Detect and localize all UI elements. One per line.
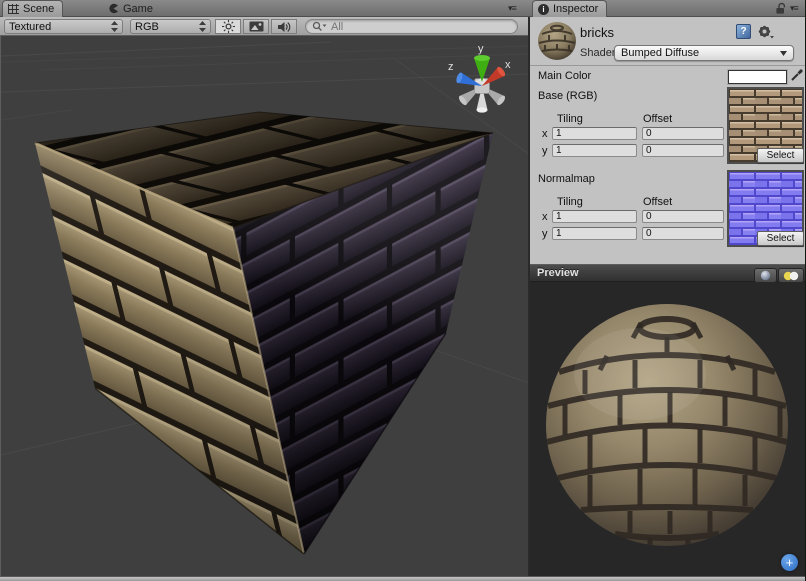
draw-mode-value: Textured	[9, 21, 51, 33]
normal-offset-y-field[interactable]	[642, 227, 724, 240]
preview-title: Preview	[537, 267, 579, 279]
base-tiling-y-field[interactable]	[552, 144, 637, 157]
normal-offset-label: Offset	[643, 196, 672, 208]
lighting-toggle-button[interactable]	[215, 19, 241, 34]
render-fx-button[interactable]	[243, 19, 269, 34]
audio-toggle-button[interactable]	[271, 19, 297, 34]
draw-mode-dropdown[interactable]: Textured	[4, 19, 123, 34]
normal-y-label: y	[542, 228, 548, 240]
tab-game[interactable]: Game	[108, 0, 153, 17]
color-mode-value: RGB	[135, 21, 159, 33]
gizmo-y-label[interactable]: y	[478, 43, 484, 55]
base-select-button[interactable]: Select	[757, 148, 804, 163]
base-y-label: y	[542, 145, 548, 157]
main-color-label: Main Color	[538, 70, 591, 82]
updown-arrows-icon	[199, 21, 206, 32]
scene-viewport[interactable]: y x z	[0, 36, 528, 576]
preview-sphere[interactable]	[530, 282, 806, 576]
base-offset-label: Offset	[643, 113, 672, 125]
scene-pane-menu-icon[interactable]: ▾≡	[508, 3, 516, 14]
updown-arrows-icon	[111, 21, 118, 32]
scene-3d-canvas[interactable]: y x z	[1, 36, 528, 576]
search-input[interactable]	[329, 20, 483, 34]
shader-value: Bumped Diffuse	[621, 47, 699, 59]
inspector-panel: bricks Shader Bumped Diffuse ? Main Colo…	[530, 17, 806, 576]
info-icon: i	[538, 4, 549, 15]
material-sphere-thumbnail	[536, 20, 578, 62]
speaker-icon	[277, 21, 291, 33]
normal-offset-x-field[interactable]	[642, 210, 724, 223]
base-tiling-label: Tiling	[557, 113, 583, 125]
color-mode-dropdown[interactable]: RGB	[130, 19, 211, 34]
tab-strip: Scene Game ▾≡ i Inspector ▾≡	[0, 0, 806, 17]
eyedropper-icon[interactable]	[790, 68, 804, 82]
preview-zoom-button[interactable]: +	[781, 554, 798, 571]
sphere-icon	[760, 270, 771, 281]
tab-game-label: Game	[123, 3, 153, 15]
preview-model-button[interactable]	[754, 268, 777, 283]
preview-viewport[interactable]: +	[530, 282, 806, 576]
preview-lighting-button[interactable]	[778, 268, 804, 283]
tab-scene-label: Scene	[23, 3, 54, 15]
help-icon[interactable]: ?	[736, 24, 751, 39]
tab-inspector-label: Inspector	[553, 3, 598, 15]
base-offset-y-field[interactable]	[642, 144, 724, 157]
normal-x-label: x	[542, 211, 548, 223]
shader-label: Shader	[580, 47, 615, 59]
search-icon	[312, 21, 327, 32]
main-color-swatch[interactable]	[728, 70, 787, 84]
scene-search-field[interactable]	[305, 19, 518, 34]
base-x-label: x	[542, 128, 548, 140]
gizmo-x-label[interactable]: x	[505, 59, 511, 71]
base-tiling-x-field[interactable]	[552, 127, 637, 140]
image-icon	[249, 21, 264, 32]
material-name: bricks	[580, 25, 614, 40]
chevron-down-icon	[780, 51, 787, 56]
tab-inspector[interactable]: i Inspector	[532, 0, 607, 17]
normal-tiling-y-field[interactable]	[552, 227, 637, 240]
normal-tiling-x-field[interactable]	[552, 210, 637, 223]
gizmo-y-axis[interactable]	[474, 55, 490, 82]
normal-tiling-label: Tiling	[557, 196, 583, 208]
preview-header[interactable]: Preview	[530, 264, 806, 282]
scene-toolbar: Textured RGB	[0, 17, 528, 36]
two-lights-icon	[783, 271, 799, 281]
normal-section-title: Normalmap	[538, 173, 595, 185]
tab-scene[interactable]: Scene	[2, 0, 63, 17]
unity-editor-window: Scene Game ▾≡ i Inspector ▾≡ Textured RG…	[0, 0, 806, 581]
brick-cube[interactable]	[35, 112, 493, 554]
status-bar	[0, 576, 806, 581]
normal-select-button[interactable]: Select	[757, 231, 804, 246]
scene-grid-icon	[8, 4, 19, 14]
base-section-title: Base (RGB)	[538, 90, 597, 102]
sun-icon	[222, 20, 235, 33]
shader-dropdown[interactable]: Bumped Diffuse	[614, 45, 794, 61]
lock-icon[interactable]	[775, 2, 787, 15]
base-offset-x-field[interactable]	[642, 127, 724, 140]
gear-icon[interactable]	[757, 24, 775, 41]
gizmo-z-label[interactable]: z	[448, 61, 454, 73]
orientation-gizmo[interactable]: y x z	[448, 43, 511, 113]
game-pacman-icon	[108, 3, 119, 14]
inspector-pane-menu-icon[interactable]: ▾≡	[790, 3, 798, 14]
